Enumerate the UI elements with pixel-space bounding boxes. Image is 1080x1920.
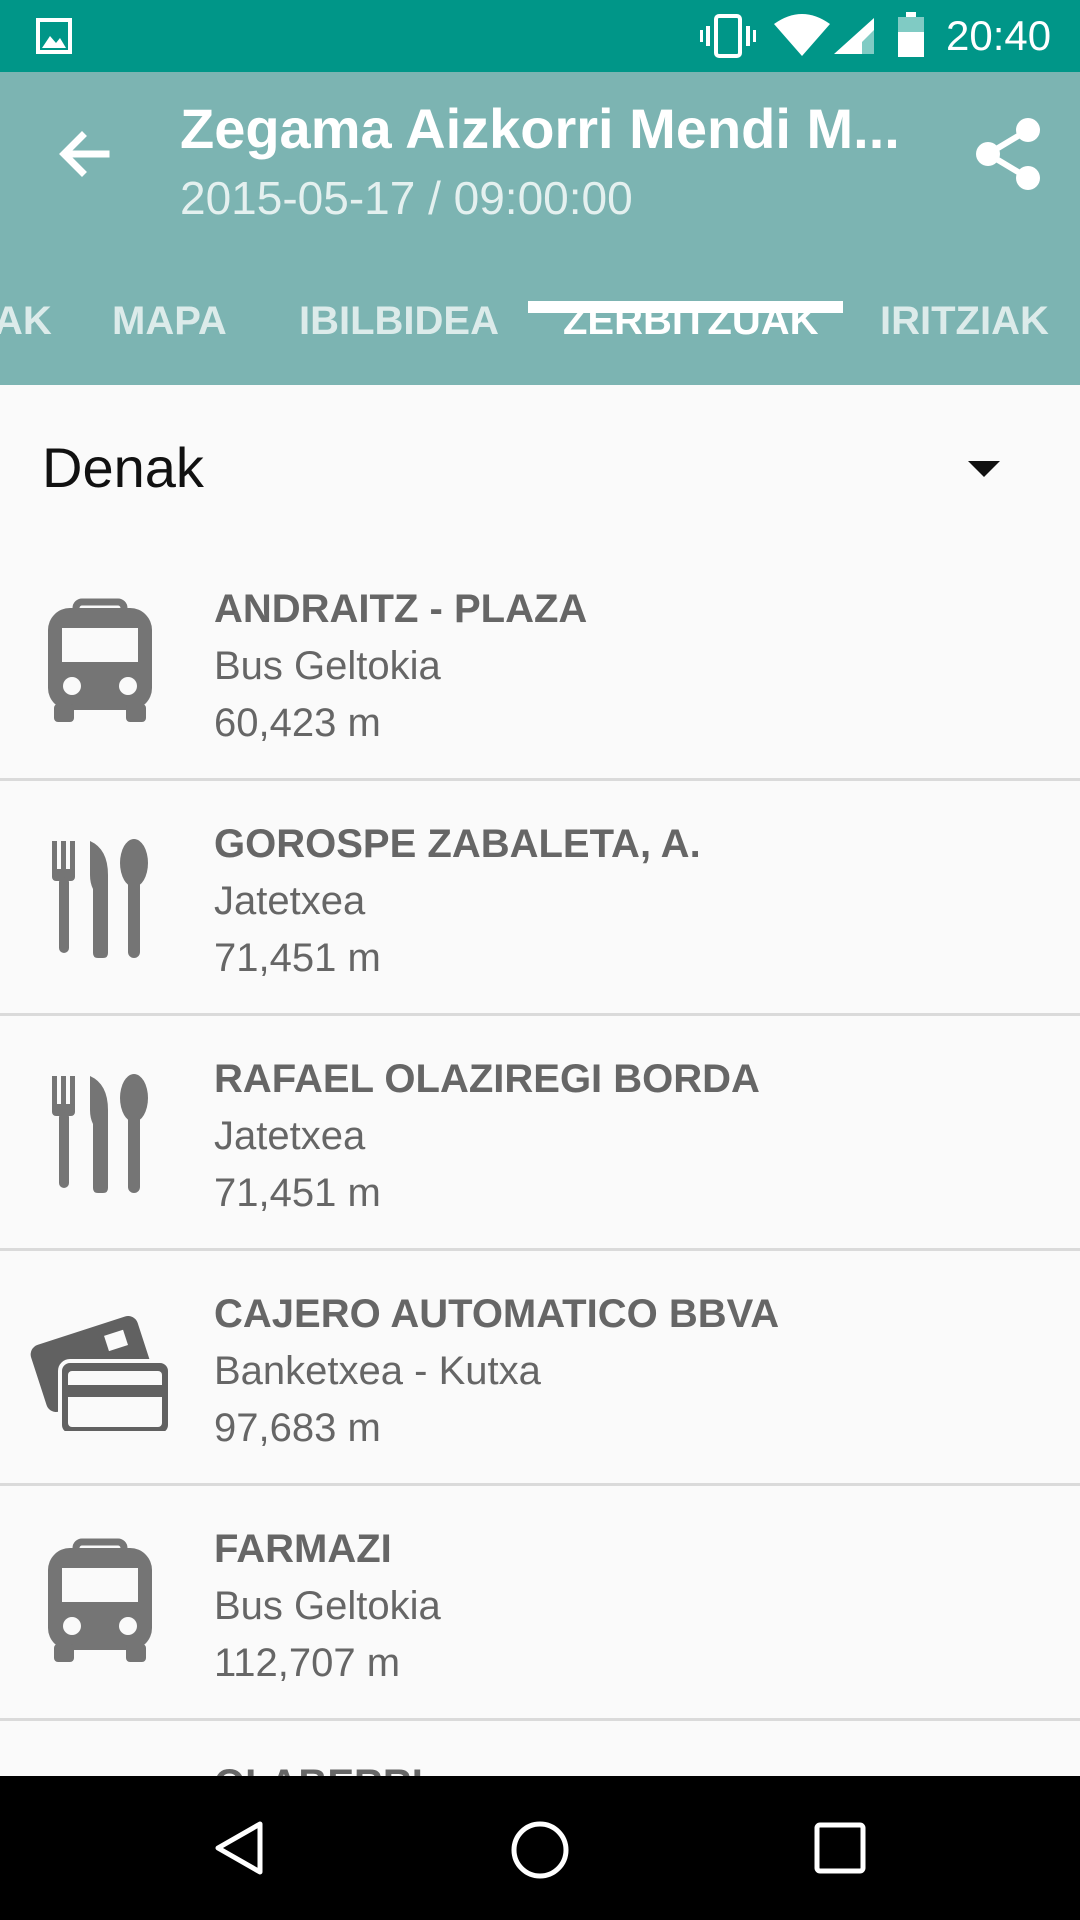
page-subtitle: 2015-05-17 / 09:00:00: [180, 172, 633, 224]
nav-recents-icon[interactable]: [812, 1820, 868, 1876]
restaurant-icon: [52, 839, 148, 958]
service-name: CAJERO AUTOMATICO BBVA: [214, 1292, 780, 1336]
list-item[interactable]: FARMAZI Bus Geltokia 112,707 m: [0, 1486, 1080, 1721]
battery-icon: [898, 12, 924, 57]
tab-iritziak[interactable]: IRITZIAK: [880, 294, 1049, 348]
nav-home-icon[interactable]: [508, 1818, 572, 1882]
dropdown-caret-icon: [968, 461, 1000, 477]
service-distance: 60,423 m: [214, 701, 381, 745]
service-type: Bus Geltokia: [214, 644, 441, 688]
service-name: FARMAZI: [214, 1527, 392, 1571]
status-bar: 20:40: [0, 0, 1080, 72]
page-title: Zegama Aizkorri Mendi M...: [180, 97, 900, 160]
bus-icon: [48, 598, 152, 722]
wifi-icon: [774, 14, 830, 56]
filter-selected-value: Denak: [42, 436, 204, 499]
app-bar: Zegama Aizkorri Mendi M... 2015-05-17 / …: [0, 72, 1080, 385]
share-icon[interactable]: [970, 116, 1046, 192]
nav-back-icon[interactable]: [210, 1818, 270, 1878]
credit-card-icon: [30, 1315, 170, 1431]
bus-icon: [48, 1538, 152, 1662]
service-distance: 97,683 m: [214, 1406, 381, 1450]
service-type: Banketxea - Kutxa: [214, 1349, 541, 1393]
service-distance: 112,707 m: [214, 1641, 401, 1685]
service-type: Jatetxea: [214, 879, 366, 923]
service-type: Bus Geltokia: [214, 1584, 441, 1628]
service-name: GOROSPE ZABALETA, A.: [214, 822, 701, 866]
tab-bar: AK MAPA IBILBIDEA ZERBITZUAK IRITZIAK: [0, 272, 1080, 385]
list-item[interactable]: RAFAEL OLAZIREGI BORDA Jatetxea 71,451 m: [0, 1016, 1080, 1251]
list-item[interactable]: CAJERO AUTOMATICO BBVA Banketxea - Kutxa…: [0, 1251, 1080, 1486]
signal-icon: [834, 18, 874, 54]
service-distance: 71,451 m: [214, 1171, 381, 1215]
restaurant-icon: [52, 1074, 148, 1193]
list-item[interactable]: GOROSPE ZABALETA, A. Jatetxea 71,451 m: [0, 781, 1080, 1016]
service-name: ANDRAITZ - PLAZA: [214, 587, 588, 631]
service-distance: 71,451 m: [214, 936, 381, 980]
back-arrow-icon[interactable]: [52, 122, 116, 186]
category-filter-dropdown[interactable]: Denak: [0, 385, 1080, 535]
tab-ibilbidea[interactable]: IBILBIDEA: [299, 294, 499, 348]
system-navigation-bar: [0, 1776, 1080, 1920]
list-item[interactable]: ANDRAITZ - PLAZA Bus Geltokia 60,423 m: [0, 546, 1080, 781]
vibrate-icon: [700, 14, 756, 58]
tab-mapa[interactable]: MAPA: [112, 294, 227, 348]
service-type: Jatetxea: [214, 1114, 366, 1158]
active-tab-indicator: [528, 301, 843, 313]
status-time: 20:40: [946, 12, 1052, 59]
gallery-icon: [36, 18, 72, 54]
services-list: ANDRAITZ - PLAZA Bus Geltokia 60,423 m G…: [0, 546, 1080, 1801]
service-name: RAFAEL OLAZIREGI BORDA: [214, 1057, 760, 1101]
tab-ak[interactable]: AK: [0, 294, 52, 348]
